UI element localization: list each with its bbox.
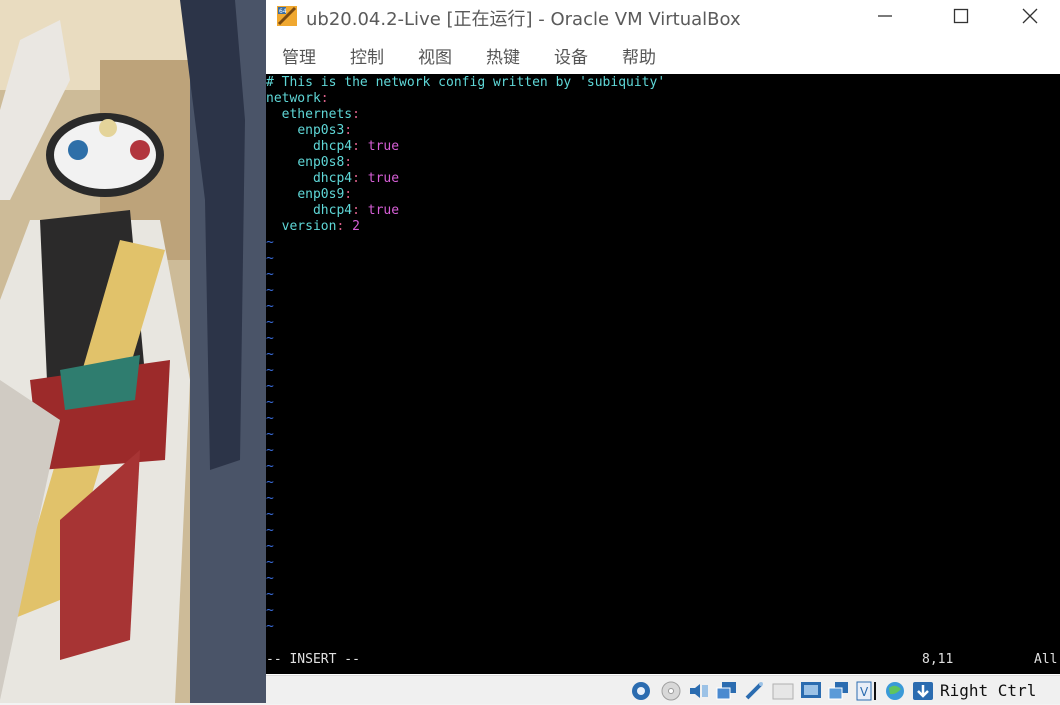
empty-line-marker: ~: [266, 347, 274, 362]
menu-hotkeys[interactable]: 热键: [482, 43, 524, 68]
empty-line-marker: ~: [266, 539, 274, 554]
minimize-button[interactable]: [862, 0, 908, 32]
empty-line-marker: ~: [266, 587, 274, 602]
empty-line-marker: ~: [266, 411, 274, 426]
menu-help[interactable]: 帮助: [618, 43, 660, 68]
keyboard-icon[interactable]: [912, 681, 934, 701]
svg-text:64: 64: [279, 8, 287, 15]
config-line: dhcp4: true: [312, 203, 400, 218]
host-key-label: Right Ctrl: [940, 681, 1037, 700]
maximize-button[interactable]: [938, 0, 984, 32]
minimize-icon: [878, 15, 892, 17]
hard-disk-icon[interactable]: [630, 681, 652, 701]
empty-line-marker: ~: [266, 299, 274, 314]
empty-line-marker: ~: [266, 555, 274, 570]
editor-mode: -- INSERT --: [266, 652, 360, 667]
window-title: ub20.04.2-Live [正在运行] - Oracle VM Virtua…: [306, 9, 741, 30]
empty-line-marker: ~: [266, 395, 274, 410]
virtualbox-window: 64 ub20.04.2-Live [正在运行] - Oracle VM Vir…: [266, 0, 1060, 704]
config-line: enp0s3:: [297, 123, 353, 138]
virtualization-icon[interactable]: V: [856, 681, 878, 701]
empty-line-marker: ~: [266, 475, 274, 490]
usb-icon[interactable]: [744, 681, 766, 701]
empty-line-marker: ~: [266, 283, 274, 298]
empty-line-marker: ~: [266, 251, 274, 266]
menu-control[interactable]: 控制: [346, 43, 388, 68]
optical-drive-icon[interactable]: [660, 681, 682, 701]
empty-line-marker: ~: [266, 619, 274, 634]
mouse-integration-icon[interactable]: [884, 681, 906, 701]
display-icon[interactable]: [800, 681, 822, 701]
audio-icon[interactable]: [688, 681, 710, 701]
config-line: network:: [266, 91, 329, 106]
empty-line-marker: ~: [266, 491, 274, 506]
empty-line-marker: ~: [266, 507, 274, 522]
empty-line-marker: ~: [266, 571, 274, 586]
empty-line-marker: ~: [266, 603, 274, 618]
empty-line-marker: ~: [266, 267, 274, 282]
empty-line-marker: ~: [266, 427, 274, 442]
config-line: version: 2: [281, 219, 360, 234]
title-bar[interactable]: 64 ub20.04.2-Live [正在运行] - Oracle VM Vir…: [266, 0, 1060, 32]
menu-bar: 管理 控制 视图 热键 设备 帮助: [266, 40, 1060, 72]
close-button[interactable]: [1007, 0, 1053, 32]
empty-line-marker: ~: [266, 315, 274, 330]
config-line: ethernets:: [281, 107, 360, 122]
cursor-position: 8,11: [922, 652, 954, 667]
empty-line-marker: ~: [266, 235, 274, 250]
empty-line-marker: ~: [266, 523, 274, 538]
shared-folders-icon[interactable]: [772, 681, 794, 701]
network-icon[interactable]: [716, 681, 738, 701]
empty-line-marker: ~: [266, 459, 274, 474]
config-line: dhcp4: true: [312, 139, 400, 154]
virtualbox-app-icon: 64: [276, 5, 298, 27]
empty-line-marker: ~: [266, 443, 274, 458]
close-icon: [1022, 8, 1038, 24]
config-line: dhcp4: true: [312, 171, 400, 186]
config-line: enp0s8:: [297, 155, 353, 170]
vm-status-bar: V Right Ctrl: [266, 675, 1060, 704]
menu-machine[interactable]: 管理: [278, 43, 320, 68]
desktop-wallpaper: [0, 0, 266, 703]
empty-line-marker: ~: [266, 379, 274, 394]
config-line: enp0s9:: [297, 187, 353, 202]
maximize-icon: [953, 8, 969, 24]
vm-screen-terminal[interactable]: # This is the network config written by …: [266, 74, 1060, 674]
empty-line-marker: ~: [266, 331, 274, 346]
config-comment-line: # This is the network config written by …: [266, 75, 666, 90]
empty-line-marker: ~: [266, 363, 274, 378]
scroll-position: All: [1034, 652, 1058, 667]
menu-devices[interactable]: 设备: [550, 43, 592, 68]
recording-icon[interactable]: [828, 681, 850, 701]
menu-view[interactable]: 视图: [414, 43, 456, 68]
svg-text:V: V: [860, 685, 869, 699]
